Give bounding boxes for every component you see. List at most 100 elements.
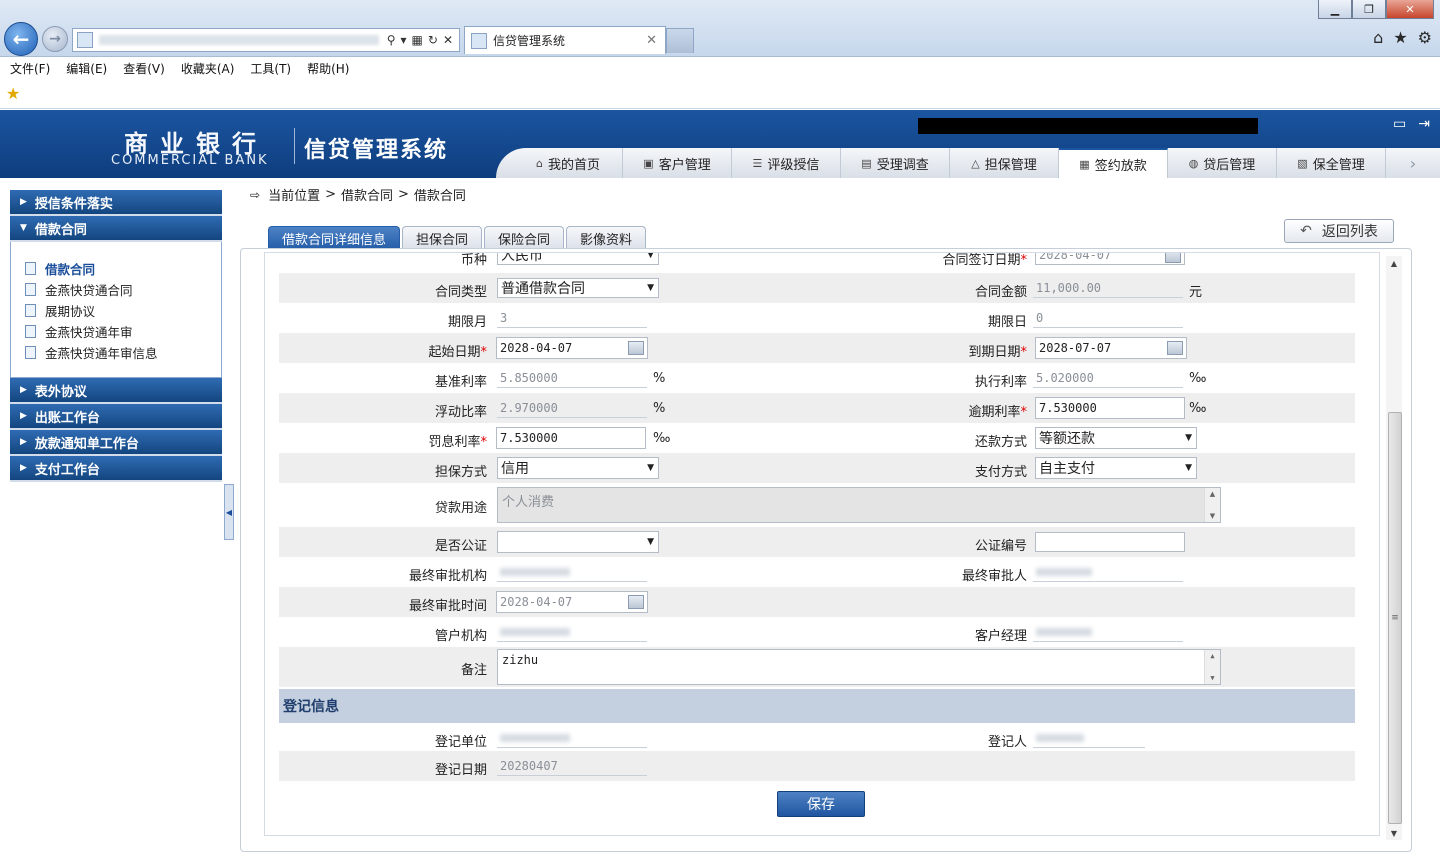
nav-customer[interactable]: ▣ 客户管理 — [623, 148, 732, 178]
guarantee-method-select[interactable]: 信用 ▼ — [497, 457, 659, 479]
close-window-button[interactable]: ✕ — [1386, 0, 1434, 19]
tab-contract-detail[interactable]: 借款合同详细信息 — [268, 226, 401, 249]
favorites-star-icon[interactable]: ★ — [1393, 28, 1407, 47]
nav-home[interactable]: ⌂ 我的首页 — [514, 148, 623, 178]
content-tabs: 借款合同详细信息 担保合同 保险合同 影像资料 — [268, 226, 647, 249]
redacted-value — [500, 567, 570, 576]
nav-postloan[interactable]: ◍ 贷后管理 — [1168, 148, 1277, 178]
redacted-value — [1036, 733, 1084, 742]
notarized-select[interactable]: ▼ — [497, 531, 659, 553]
reg-unit-field — [497, 728, 647, 748]
chevron-down-icon: ▼ — [1185, 463, 1192, 473]
chevron-right-icon: ▶ — [20, 437, 27, 447]
back-arrow-icon[interactable]: ← — [4, 22, 38, 56]
maximize-button[interactable]: ❐ — [1352, 0, 1386, 19]
compat-view-icon[interactable]: ▦ — [412, 33, 423, 47]
tab-insurance-contract[interactable]: 保险合同 — [484, 226, 565, 249]
float-ratio-field: 2.970000 — [497, 398, 647, 418]
stop-icon[interactable]: ✕ — [443, 33, 453, 47]
dropdown-icon[interactable]: ▾ — [401, 33, 407, 47]
menu-file[interactable]: 文件(F) — [10, 60, 50, 77]
end-date-field[interactable]: 2028-07-07 — [1035, 337, 1187, 359]
content-scrollbar[interactable]: ▲ ≡ ▼ — [1386, 256, 1402, 840]
sidebar-item-jinyan-review[interactable]: 金燕快贷通年审 — [25, 321, 221, 342]
sidebar-item-jinyan-review-info[interactable]: 金燕快贷通年审信息 — [25, 342, 221, 363]
home-icon[interactable]: ⌂ — [1373, 28, 1383, 47]
logout-icon[interactable]: ⇥ — [1418, 116, 1430, 132]
monitor-icon[interactable]: ▭ — [1393, 116, 1406, 132]
nav-preserve[interactable]: ▧ 保全管理 — [1277, 148, 1386, 178]
chevron-right-icon: ▶ — [20, 463, 27, 473]
nav-contract[interactable]: ▦ 签约放款 — [1059, 148, 1168, 178]
new-tab-button[interactable] — [666, 28, 694, 53]
redacted-value — [500, 733, 570, 742]
sidebar-group-loan-contract[interactable]: ▼ 借款合同 — [10, 216, 222, 242]
overdue-rate-input[interactable]: 7.530000 — [1035, 397, 1185, 419]
scroll-up-icon[interactable]: ▲ — [1386, 256, 1402, 270]
menu-view[interactable]: 查看(V) — [123, 60, 165, 77]
calendar-icon[interactable] — [1165, 253, 1181, 263]
refresh-icon[interactable]: ↻ — [428, 33, 438, 47]
contract-amount-label: 合同金额 — [974, 285, 1027, 300]
sidebar-group-loan-notice-desk[interactable]: ▶ 放款通知单工作台 — [10, 430, 222, 456]
remark-textarea[interactable]: zizhu ▲ ▼ — [497, 649, 1221, 685]
penalty-rate-input[interactable]: 7.530000 — [496, 427, 646, 449]
tab-close-icon[interactable]: ✕ — [646, 33, 657, 48]
form-row-float-overdue: 浮动比率 2.970000 % 逾期利率* 7.530000 ‰ — [279, 393, 1355, 423]
tab-guarantee-contract[interactable]: 担保合同 — [402, 226, 483, 249]
nav-guarantee[interactable]: △ 担保管理 — [950, 148, 1059, 178]
nav-more-chevron-icon[interactable]: › — [1386, 148, 1440, 178]
back-to-list-button[interactable]: ↶ 返回列表 — [1284, 219, 1394, 243]
sidebar-group-disbursement-desk[interactable]: ▶ 出账工作台 — [10, 404, 222, 430]
sidebar-item-extension[interactable]: 展期协议 — [25, 300, 221, 321]
browser-tab[interactable]: 信贷管理系统 ✕ — [464, 26, 666, 54]
menu-help[interactable]: 帮助(H) — [307, 60, 349, 77]
textarea-scrollbar[interactable]: ▲ ▼ — [1204, 650, 1220, 684]
tab-favicon-icon — [471, 32, 487, 49]
overdue-rate-unit: ‰ — [1189, 401, 1207, 416]
address-bar[interactable]: ⚲ ▾ ▦ ↻ ✕ — [72, 28, 460, 52]
sidebar-group-offbalance[interactable]: ▶ 表外协议 — [10, 378, 222, 404]
calendar-icon — [628, 595, 644, 609]
manager-label: 客户经理 — [974, 629, 1027, 644]
add-favorite-star-icon[interactable]: ★ — [6, 84, 20, 103]
forward-arrow-icon[interactable]: → — [42, 26, 68, 52]
textarea-scrollbar[interactable]: ▲ ▼ — [1204, 488, 1220, 522]
breadcrumb-item[interactable]: 借款合同 — [341, 185, 393, 204]
menu-favorites[interactable]: 收藏夹(A) — [181, 60, 235, 77]
sidebar-collapse-toggle[interactable]: ◀ — [224, 484, 234, 540]
tab-image-data[interactable]: 影像资料 — [566, 226, 647, 249]
notarized-label: 是否公证 — [434, 539, 487, 554]
rating-icon: ☰ — [752, 156, 763, 170]
form-row-purpose: 贷款用途 个人消费 ▲ ▼ — [279, 483, 1355, 527]
overdue-rate-label: 逾期利率* — [968, 405, 1027, 420]
term-month-label: 期限月 — [447, 315, 487, 330]
contract-type-select[interactable]: 普通借款合同 ▼ — [497, 278, 659, 298]
settings-gear-icon[interactable]: ⚙ — [1418, 28, 1432, 47]
search-icon[interactable]: ⚲ — [387, 33, 396, 47]
calendar-icon[interactable] — [628, 341, 644, 355]
sidebar-group-payment-desk[interactable]: ▶ 支付工作台 — [10, 456, 222, 482]
sign-date-field[interactable]: 2028-04-07 — [1035, 253, 1185, 265]
repay-method-select[interactable]: 等额还款 ▼ — [1035, 427, 1197, 449]
start-date-field[interactable]: 2028-04-07 — [496, 337, 648, 359]
nav-survey[interactable]: ▤ 受理调查 — [841, 148, 950, 178]
notary-no-input[interactable] — [1035, 532, 1185, 552]
menu-edit[interactable]: 编辑(E) — [66, 60, 107, 77]
sidebar-group-credit-conditions[interactable]: ▶ 授信条件落实 — [10, 190, 222, 216]
remark-label: 备注 — [460, 663, 487, 678]
nav-rating[interactable]: ☰ 评级授信 — [732, 148, 841, 178]
form-row-penalty-repay: 罚息利率* 7.530000 ‰ 还款方式 等额还款 ▼ — [279, 423, 1355, 453]
scroll-thumb[interactable]: ≡ — [1388, 412, 1402, 824]
penalty-rate-label: 罚息利率* — [428, 435, 487, 450]
contract-form: 币种 人民币 ▼ 合同签订日期* 2028-04-07 合同类型 普通借款合同 … — [264, 252, 1380, 836]
sidebar-item-loan-contract[interactable]: 借款合同 — [25, 258, 221, 279]
menu-tools[interactable]: 工具(T) — [250, 60, 291, 77]
scroll-down-icon[interactable]: ▼ — [1386, 826, 1402, 840]
sidebar-item-jinyan-contract[interactable]: 金燕快贷通合同 — [25, 279, 221, 300]
currency-select[interactable]: 人民币 ▼ — [497, 253, 659, 265]
payment-method-select[interactable]: 自主支付 ▼ — [1035, 457, 1197, 479]
save-button[interactable]: 保存 — [777, 791, 865, 817]
minimize-button[interactable]: ▁ — [1318, 0, 1352, 19]
calendar-icon[interactable] — [1167, 341, 1183, 355]
